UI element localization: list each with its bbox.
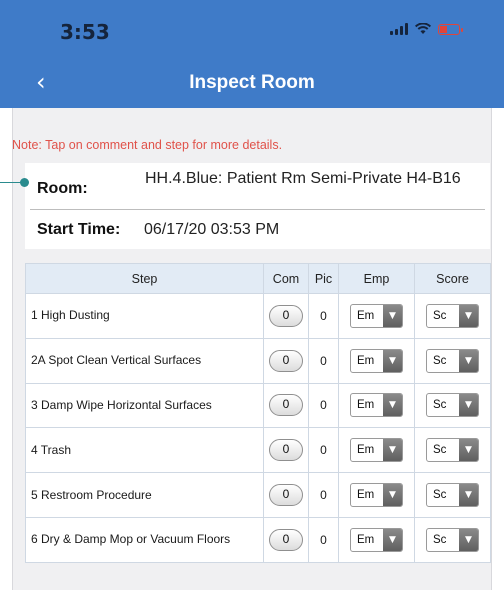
status-icons	[390, 23, 463, 35]
pic-count: 0	[308, 337, 339, 384]
header-com: Com	[263, 263, 309, 294]
status-bar: 3:53	[0, 0, 504, 58]
dropdown-arrow-icon: ▼	[383, 484, 402, 507]
room-label: Room:	[37, 180, 88, 197]
dropdown-arrow-icon: ▼	[459, 394, 478, 417]
step-name[interactable]: 6 Dry & Damp Mop or Vacuum Floors	[25, 516, 264, 563]
dropdown-arrow-icon: ▼	[383, 439, 402, 462]
comment-button[interactable]: 0	[269, 484, 303, 507]
start-time-label: Start Time:	[37, 221, 121, 238]
header-emp: Emp	[338, 263, 415, 294]
battery-icon	[438, 23, 463, 35]
room-value: HH.4.Blue: Patient Rm Semi-Private H4-B1…	[145, 170, 461, 187]
header-score: Score	[414, 263, 491, 294]
status-time: 3:53	[60, 20, 110, 44]
steps-table: Step Com Pic Emp Score 1 High Dusting 0 …	[25, 263, 491, 563]
dropdown-arrow-icon: ▼	[459, 528, 478, 551]
table-row[interactable]: 2A Spot Clean Vertical Surfaces 0 0 Em ▼ …	[25, 337, 491, 384]
table-row[interactable]: 5 Restroom Procedure 0 0 Em ▼ Sc ▼	[25, 472, 491, 518]
pic-count: 0	[308, 382, 339, 429]
table-row[interactable]: 3 Damp Wipe Horizontal Surfaces 0 0 Em ▼ …	[25, 382, 491, 429]
dropdown-arrow-icon: ▼	[459, 439, 478, 462]
info-note: Note: Tap on comment and step for more d…	[12, 138, 283, 152]
pic-count: 0	[308, 516, 339, 563]
step-name[interactable]: 3 Damp Wipe Horizontal Surfaces	[25, 382, 264, 429]
card-divider	[30, 209, 485, 210]
step-name[interactable]: 2A Spot Clean Vertical Surfaces	[25, 337, 264, 384]
annotation-pointer-dot	[20, 178, 29, 187]
signal-icon	[390, 23, 408, 35]
step-name[interactable]: 4 Trash	[25, 427, 264, 474]
table-row[interactable]: 6 Dry & Damp Mop or Vacuum Floors 0 0 Em…	[25, 516, 491, 563]
score-select[interactable]: Sc ▼	[426, 393, 479, 418]
nav-bar: ‹ Inspect Room	[0, 58, 504, 108]
dropdown-arrow-icon: ▼	[383, 394, 402, 417]
table-row[interactable]: 4 Trash 0 0 Em ▼ Sc ▼	[25, 427, 491, 474]
score-select[interactable]: Sc ▼	[426, 527, 479, 552]
employee-select[interactable]: Em ▼	[350, 527, 403, 552]
step-name[interactable]: 1 High Dusting	[25, 293, 264, 339]
right-edge	[492, 108, 504, 590]
employee-select[interactable]: Em ▼	[350, 348, 403, 373]
comment-button[interactable]: 0	[269, 528, 303, 551]
employee-select[interactable]: Em ▼	[350, 483, 403, 508]
pic-count: 0	[308, 472, 339, 518]
score-select[interactable]: Sc ▼	[426, 438, 479, 463]
employee-select[interactable]: Em ▼	[350, 438, 403, 463]
employee-select[interactable]: Em ▼	[350, 393, 403, 418]
header-step: Step	[25, 263, 264, 294]
header-pic: Pic	[308, 263, 339, 294]
dropdown-arrow-icon: ▼	[383, 304, 402, 327]
score-select[interactable]: Sc ▼	[426, 303, 479, 328]
dropdown-arrow-icon: ▼	[459, 484, 478, 507]
table-header-row: Step Com Pic Emp Score	[25, 263, 491, 294]
table-row[interactable]: 1 High Dusting 0 0 Em ▼ Sc ▼	[25, 293, 491, 339]
dropdown-arrow-icon: ▼	[459, 349, 478, 372]
dropdown-arrow-icon: ▼	[459, 304, 478, 327]
page-title: Inspect Room	[189, 72, 315, 93]
comment-button[interactable]: 0	[269, 304, 303, 327]
comment-button[interactable]: 0	[269, 439, 303, 462]
start-time-value: 06/17/20 03:53 PM	[144, 221, 280, 238]
comment-button[interactable]: 0	[269, 394, 303, 417]
pic-count: 0	[308, 293, 339, 339]
dropdown-arrow-icon: ▼	[383, 349, 402, 372]
pic-count: 0	[308, 427, 339, 474]
score-select[interactable]: Sc ▼	[426, 483, 479, 508]
comment-button[interactable]: 0	[269, 349, 303, 372]
wifi-icon	[415, 23, 431, 34]
employee-select[interactable]: Em ▼	[350, 303, 403, 328]
score-select[interactable]: Sc ▼	[426, 348, 479, 373]
dropdown-arrow-icon: ▼	[383, 528, 402, 551]
step-name[interactable]: 5 Restroom Procedure	[25, 472, 264, 518]
